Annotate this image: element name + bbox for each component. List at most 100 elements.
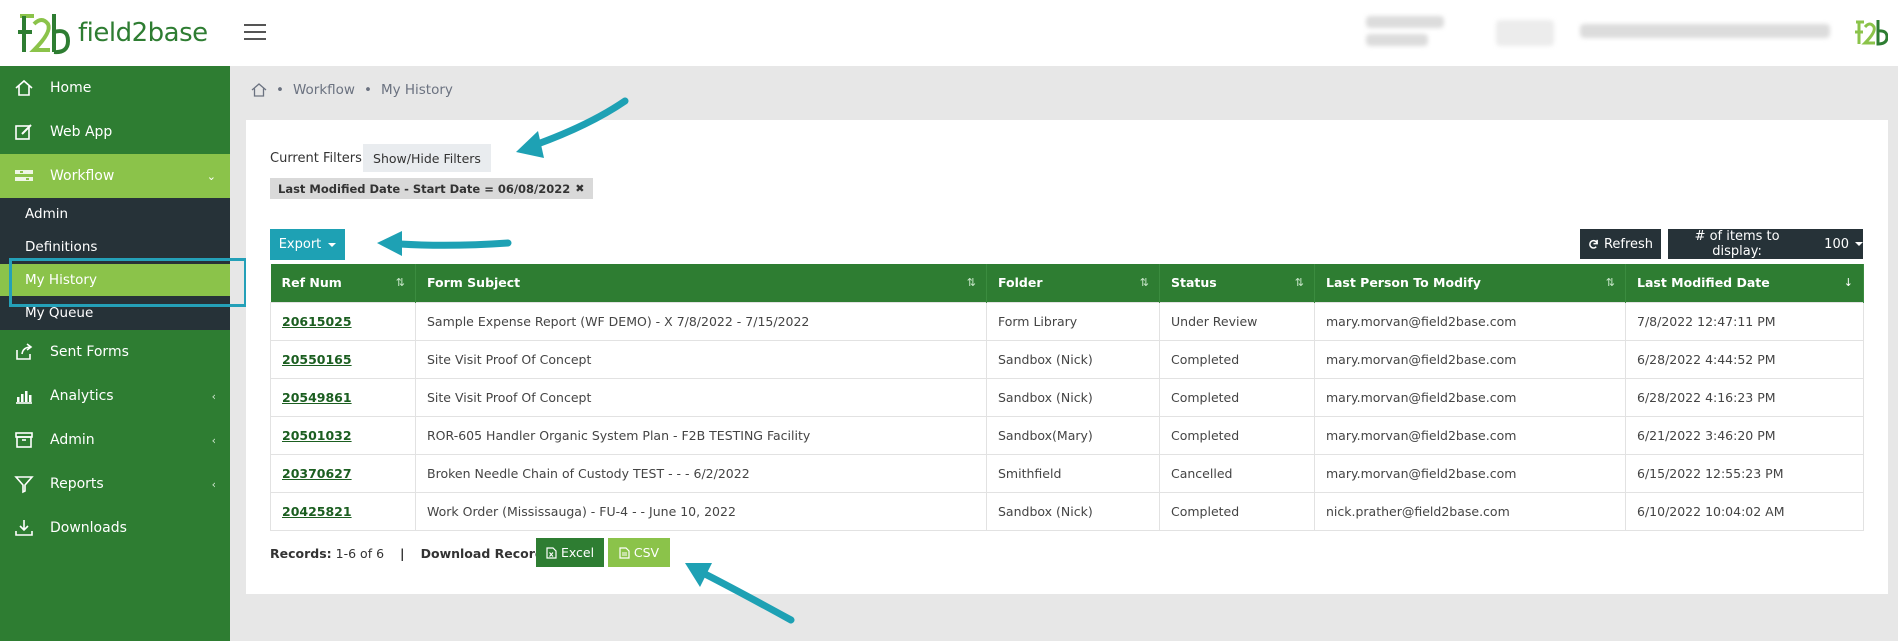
column-header-folder[interactable]: Folder ⇅ <box>986 264 1160 302</box>
chevron-left-icon: ‹ <box>211 389 216 403</box>
records-label: Records: <box>270 546 332 561</box>
f2b-mini-logo-icon <box>1855 20 1889 46</box>
f2b-logo-icon <box>18 14 70 55</box>
form-subject-cell: ROR-605 Handler Organic System Plan - F2… <box>415 415 987 455</box>
hamburger-icon[interactable] <box>244 24 266 42</box>
share-icon <box>16 343 33 360</box>
status-cell: Cancelled <box>1159 453 1315 493</box>
folder-cell: Smithfield <box>986 453 1160 493</box>
show-hide-filters-button[interactable]: Show/Hide Filters <box>363 144 491 172</box>
records-count: 1-6 of 6 <box>335 546 385 561</box>
form-subject-cell: Work Order (Mississauga) - FU-4 - - June… <box>415 491 987 531</box>
sidebar-item-web-app[interactable]: Web App <box>0 110 230 154</box>
breadcrumb-workflow[interactable]: Workflow <box>293 82 355 98</box>
column-header-ref-num[interactable]: Ref Num ⇅ <box>270 264 416 302</box>
last-person-cell: mary.morvan@field2base.com <box>1314 453 1626 493</box>
filter-icon <box>14 476 34 494</box>
sidebar-item-label: Workflow <box>50 168 115 184</box>
submenu-item-admin[interactable]: Admin <box>0 198 230 230</box>
table-row: 20550165 Site Visit Proof Of Concept San… <box>270 339 1864 379</box>
filter-tag-label: Last Modified Date - Start Date = 06/08/… <box>278 181 571 196</box>
filter-tag: Last Modified Date - Start Date = 06/08/… <box>270 178 593 199</box>
ref-num-link[interactable]: 20549861 <box>282 390 352 405</box>
workflow-icon <box>15 170 33 181</box>
sidebar-item-sent-forms[interactable]: Sent Forms <box>0 330 230 374</box>
sidebar: Home Web App Workflow ⌄ Admin Definition… <box>0 66 230 641</box>
home-icon[interactable] <box>251 82 267 98</box>
download-icon <box>15 520 33 536</box>
sidebar-item-admin[interactable]: Admin ‹ <box>0 418 230 462</box>
sidebar-item-home[interactable]: Home <box>0 66 230 110</box>
archive-icon <box>15 432 33 448</box>
ref-num-link[interactable]: 20615025 <box>282 314 352 329</box>
folder-cell: Form Library <box>986 301 1160 341</box>
table-row: 20501032 ROR-605 Handler Organic System … <box>270 415 1864 455</box>
column-header-status[interactable]: Status ⇅ <box>1159 264 1315 302</box>
items-per-page-value: 100 <box>1824 236 1849 252</box>
records-separator: | <box>400 546 405 561</box>
last-modified-cell: 6/21/2022 3:46:20 PM <box>1625 415 1864 455</box>
ref-num-link[interactable]: 20501032 <box>282 428 352 443</box>
form-subject-cell: Site Visit Proof Of Concept <box>415 377 987 417</box>
table-row: 20549861 Site Visit Proof Of Concept San… <box>270 377 1864 417</box>
breadcrumb: • Workflow • My History <box>251 82 453 98</box>
chevron-down-icon: ⌄ <box>206 169 216 183</box>
ref-num-link[interactable]: 20550165 <box>282 352 352 367</box>
sidebar-item-label: Home <box>50 80 92 96</box>
remove-filter-icon[interactable]: ✖ <box>575 182 584 195</box>
status-cell: Under Review <box>1159 301 1315 341</box>
folder-cell: Sandbox(Mary) <box>986 415 1160 455</box>
status-cell: Completed <box>1159 491 1315 531</box>
sidebar-item-label: Downloads <box>50 520 127 536</box>
sort-icon: ⇅ <box>966 276 976 289</box>
history-table: Ref Num ⇅ Form Subject ⇅ Folder ⇅ Status ⇅ L… <box>270 264 1864 531</box>
refresh-label: Refresh <box>1603 236 1654 252</box>
last-modified-cell: 7/8/2022 12:47:11 PM <box>1625 301 1864 341</box>
column-header-last-person[interactable]: Last Person To Modify ⇅ <box>1314 264 1626 302</box>
download-excel-button[interactable]: Excel <box>536 538 604 567</box>
export-button[interactable]: Export <box>270 229 345 260</box>
last-modified-cell: 6/28/2022 4:16:23 PM <box>1625 377 1864 417</box>
folder-cell: Sandbox (Nick) <box>986 491 1160 531</box>
download-csv-button[interactable]: CSV <box>608 538 670 567</box>
chevron-left-icon: ‹ <box>211 433 216 447</box>
sidebar-item-reports[interactable]: Reports ‹ <box>0 462 230 506</box>
user-avatar[interactable] <box>1852 16 1889 52</box>
top-bar: field2base <box>0 0 1898 66</box>
sort-icon: ⇅ <box>395 276 405 289</box>
folder-cell: Sandbox (Nick) <box>986 339 1160 379</box>
sort-icon: ⇅ <box>1139 276 1149 289</box>
items-per-page-select[interactable]: # of items to display: 100 <box>1668 229 1863 259</box>
items-per-page-label: # of items to display: <box>1694 229 1780 259</box>
last-modified-cell: 6/28/2022 4:44:52 PM <box>1625 339 1864 379</box>
last-person-cell: mary.morvan@field2base.com <box>1314 301 1626 341</box>
brand-logo[interactable]: field2base <box>14 10 208 56</box>
export-label: Export <box>278 237 322 252</box>
bar-chart-icon <box>16 391 32 404</box>
sidebar-item-workflow[interactable]: Workflow ⌄ <box>0 154 230 198</box>
records-footer: Records: 1-6 of 6 | Download Records <box>270 546 551 561</box>
sort-desc-icon: ↓ <box>1843 276 1853 289</box>
last-person-cell: mary.morvan@field2base.com <box>1314 339 1626 379</box>
refresh-button[interactable]: Refresh <box>1580 229 1661 259</box>
highlight-my-history <box>9 258 247 307</box>
sort-icon: ⇅ <box>1605 276 1615 289</box>
chevron-left-icon: ‹ <box>211 477 216 491</box>
submenu-item-label: Definitions <box>25 239 98 255</box>
submenu-item-label: Admin <box>25 206 69 222</box>
column-header-last-modified[interactable]: Last Modified Date ↓ <box>1625 264 1864 302</box>
column-header-form-subject[interactable]: Form Subject ⇅ <box>415 264 987 302</box>
submenu-item-label: My Queue <box>25 305 94 321</box>
ref-num-link[interactable]: 20425821 <box>282 504 352 519</box>
last-person-cell: mary.morvan@field2base.com <box>1314 415 1626 455</box>
sidebar-item-downloads[interactable]: Downloads <box>0 506 230 550</box>
table-row: 20370627 Broken Needle Chain of Custody … <box>270 453 1864 493</box>
folder-cell: Sandbox (Nick) <box>986 377 1160 417</box>
last-modified-cell: 6/15/2022 12:55:23 PM <box>1625 453 1864 493</box>
status-cell: Completed <box>1159 377 1315 417</box>
ref-num-link[interactable]: 20370627 <box>282 466 352 481</box>
sidebar-item-analytics[interactable]: Analytics ‹ <box>0 374 230 418</box>
file-excel-icon <box>546 546 557 559</box>
status-cell: Completed <box>1159 339 1315 379</box>
sidebar-item-label: Admin <box>50 432 95 448</box>
